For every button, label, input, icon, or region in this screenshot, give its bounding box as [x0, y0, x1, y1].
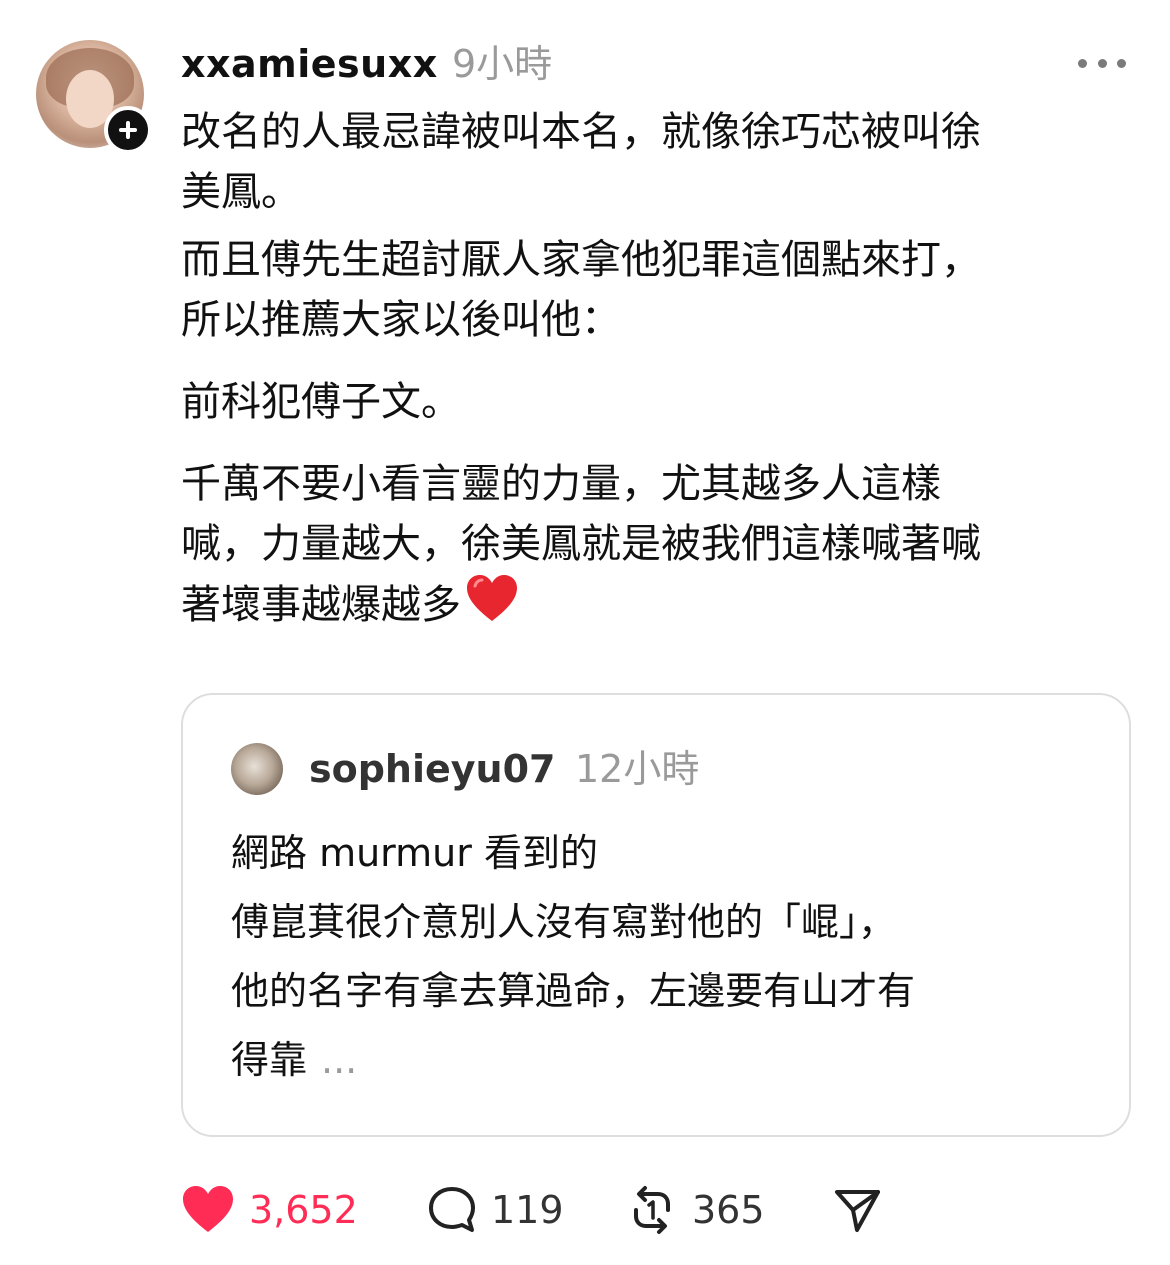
quoted-post-card[interactable]: sophieyu07 12小時 網路 murmur 看到的 傅崑萁很介意別人沒有…: [181, 693, 1131, 1137]
heart-filled-icon: [183, 1186, 233, 1232]
post-body: 改名的人最忌諱被叫本名，就像徐巧芯被叫徐 美鳳。 而且傅先生超討厭人家拿他犯罪這…: [181, 102, 1121, 641]
more-horizontal-icon: [1078, 58, 1087, 68]
post-paragraph-2: 而且傅先生超討厭人家拿他犯罪這個點來打， 所以推薦大家以後叫他：: [181, 237, 981, 343]
red-heart-emoji-icon: [465, 574, 519, 641]
like-count: 3,652: [249, 1188, 358, 1232]
like-button[interactable]: 3,652: [181, 1176, 358, 1244]
send-icon: [835, 1190, 880, 1232]
quoted-timestamp: 12小時: [575, 747, 700, 791]
repost-icon: [634, 1186, 670, 1234]
post-paragraph-1: 改名的人最忌諱被叫本名，就像徐巧芯被叫徐 美鳳。: [181, 109, 981, 215]
follow-button[interactable]: [104, 106, 152, 154]
quoted-avatar[interactable]: [231, 743, 283, 795]
quoted-line-2: 傅崑萁很介意別人沒有寫對他的「崐」，: [231, 900, 897, 944]
quoted-line-4-text: 得靠: [231, 1038, 308, 1082]
quoted-body: 網路 murmur 看到的 傅崑萁很介意別人沒有寫對他的「崐」， 他的名字有拿去…: [231, 819, 1091, 1095]
quoted-line-4: 得靠...: [231, 1026, 1091, 1095]
reply-button[interactable]: 119: [427, 1176, 564, 1244]
speech-bubble-icon: [429, 1187, 475, 1232]
post-paragraph-3: 前科犯傅子文。: [181, 379, 461, 425]
quoted-line-3: 他的名字有拿去算過命，左邊要有山才有: [231, 969, 916, 1013]
quoted-username[interactable]: sophieyu07: [309, 741, 555, 797]
plus-icon: [119, 121, 137, 139]
quoted-ellipsis: ...: [321, 1038, 358, 1082]
reply-count: 119: [491, 1188, 564, 1232]
action-bar: 3,652 119 365: [181, 1176, 901, 1244]
share-button[interactable]: [831, 1176, 883, 1244]
post-paragraph-4-text: 千萬不要小看言靈的力量，尤其越多人這樣 喊，力量越大，徐美鳳就是被我們這樣喊著喊…: [181, 461, 981, 628]
more-options-button[interactable]: [1078, 48, 1126, 78]
post-paragraph-4: 千萬不要小看言靈的力量，尤其越多人這樣 喊，力量越大，徐美鳳就是被我們這樣喊著喊…: [181, 454, 1121, 641]
repost-count: 365: [692, 1188, 765, 1232]
post-timestamp: 9小時: [452, 42, 553, 86]
quoted-line-1: 網路 murmur 看到的: [231, 831, 598, 875]
post-username[interactable]: xxamiesuxx: [181, 38, 438, 90]
repost-button[interactable]: 365: [626, 1176, 765, 1244]
